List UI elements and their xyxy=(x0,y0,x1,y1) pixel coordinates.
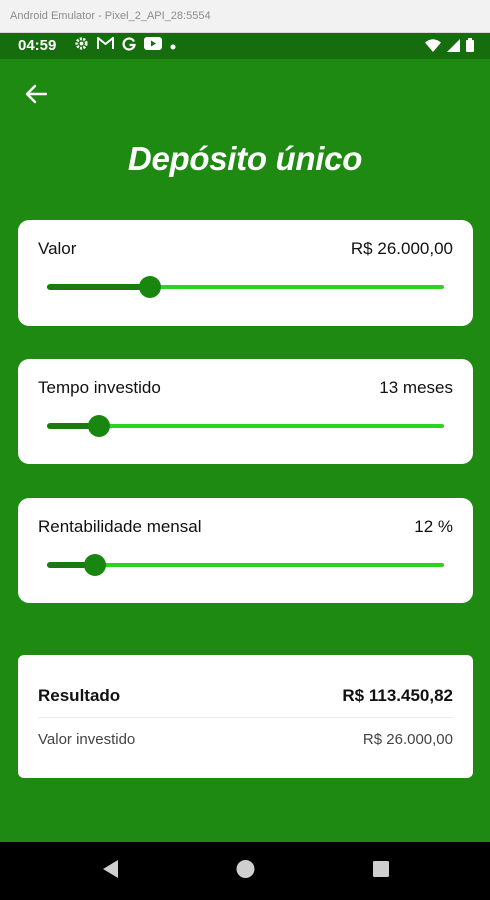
tempo-label: Tempo investido xyxy=(38,378,161,397)
battery-icon xyxy=(466,38,474,57)
google-icon xyxy=(122,36,136,56)
slider-thumb[interactable] xyxy=(83,554,106,576)
youtube-icon xyxy=(144,37,162,55)
valor-label: Valor xyxy=(38,239,77,258)
result-label: Resultado xyxy=(38,686,121,705)
emulator-title: Android Emulator - Pixel_2_API_28:5554 xyxy=(10,10,211,22)
rentabilidade-value: 12 % xyxy=(414,517,453,536)
gmail-icon xyxy=(97,35,114,55)
valor-slider[interactable] xyxy=(47,276,444,298)
slider-active-track xyxy=(47,284,151,290)
result-card: Resultado R$ 113.450,82 Valor investido … xyxy=(18,655,473,778)
back-button[interactable] xyxy=(20,80,52,112)
arrow-left-icon xyxy=(25,84,48,109)
tempo-value: 13 meses xyxy=(379,378,453,397)
app-screen: 04:59 Depósito único Valor R$ 26.000,00 … xyxy=(0,33,490,900)
home-circle-icon[interactable] xyxy=(236,859,255,884)
valor-value: R$ 26.000,00 xyxy=(350,239,453,258)
result-value: R$ 113.450,82 xyxy=(342,686,453,705)
valor-card: Valor R$ 26.000,00 xyxy=(18,220,473,326)
gear-icon xyxy=(74,36,89,56)
dot-icon xyxy=(170,37,176,55)
tempo-slider[interactable] xyxy=(47,415,444,437)
rentabilidade-label: Rentabilidade mensal xyxy=(38,517,202,536)
wifi-icon xyxy=(425,38,441,57)
invested-label: Valor investido xyxy=(38,731,136,748)
rentabilidade-card: Rentabilidade mensal 12 % xyxy=(18,498,473,603)
status-bar: 04:59 xyxy=(0,33,490,59)
signal-icon xyxy=(447,38,460,57)
slider-thumb[interactable] xyxy=(87,415,110,437)
slider-thumb[interactable] xyxy=(139,276,162,298)
emulator-title-bar: Android Emulator - Pixel_2_API_28:5554 xyxy=(0,0,490,33)
back-triangle-icon[interactable] xyxy=(101,859,119,884)
system-nav-bar xyxy=(0,842,490,900)
page-title: Depósito único xyxy=(127,140,363,177)
invested-value: R$ 26.000,00 xyxy=(362,731,453,748)
divider xyxy=(38,717,453,718)
recents-square-icon[interactable] xyxy=(372,859,390,884)
tempo-card: Tempo investido 13 meses xyxy=(18,359,473,464)
slider-track xyxy=(47,563,444,567)
status-time: 04:59 xyxy=(18,37,57,54)
rentabilidade-slider[interactable] xyxy=(47,554,444,576)
